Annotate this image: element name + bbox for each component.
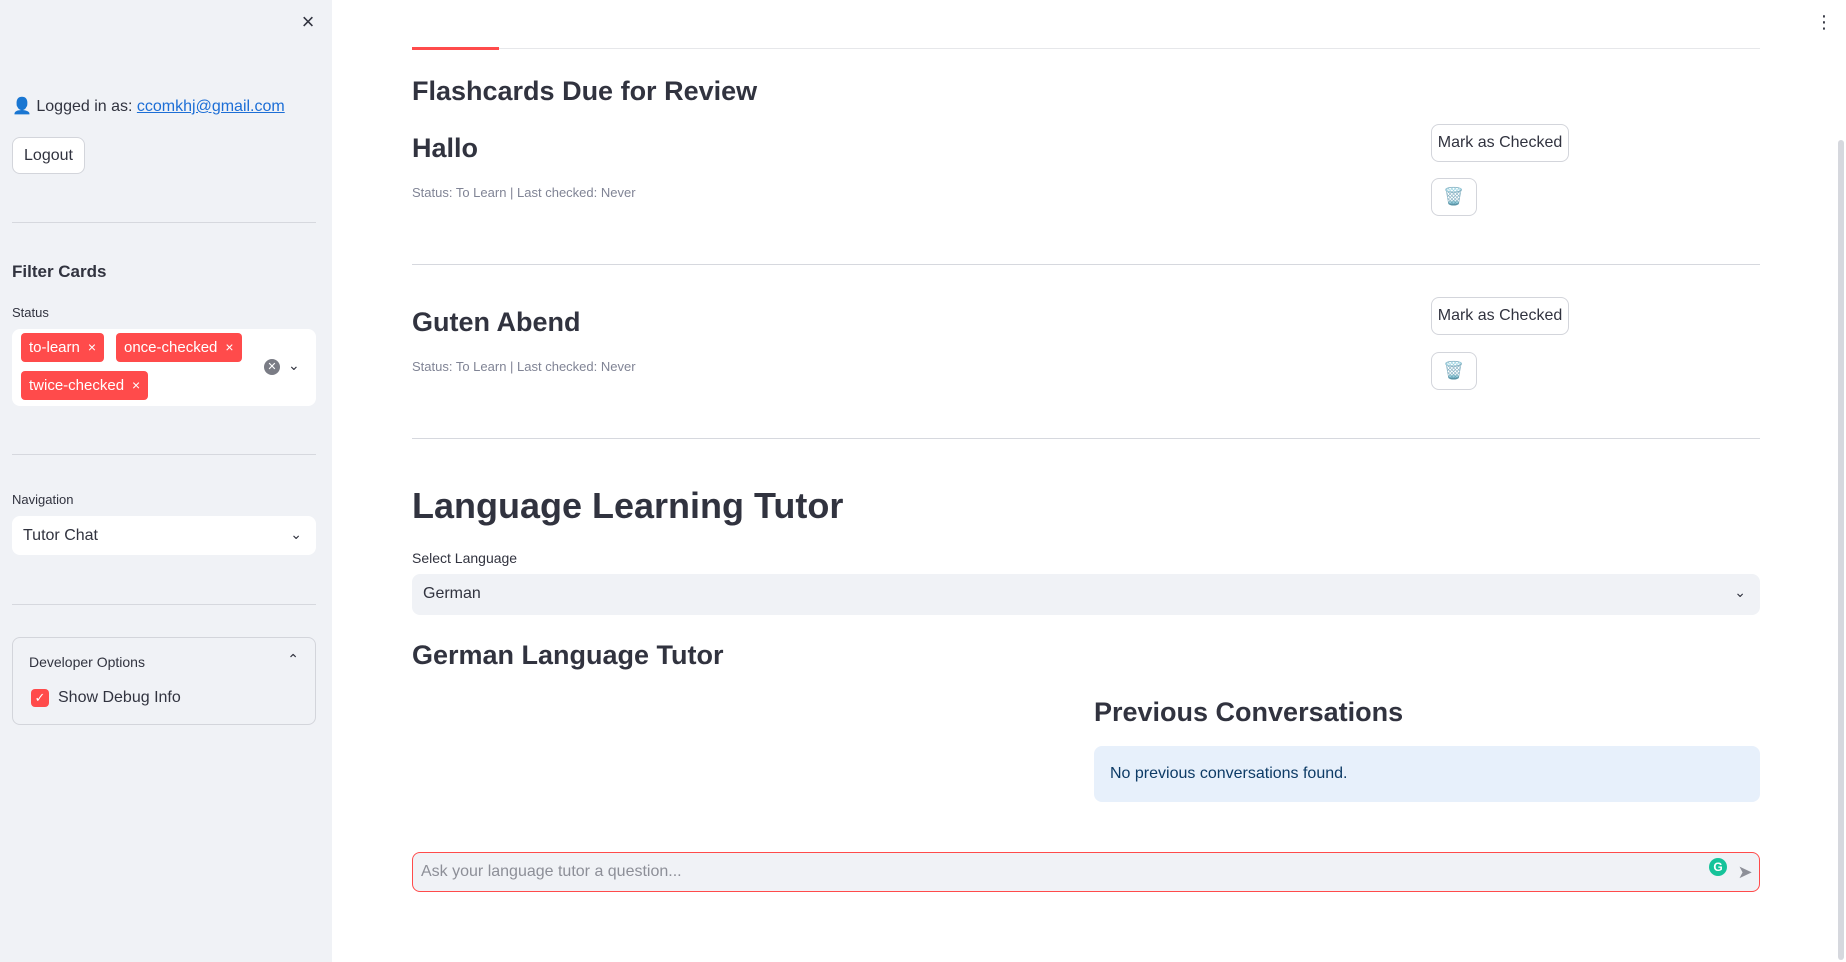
- close-sidebar-icon[interactable]: ×: [296, 10, 320, 34]
- chip-label: twice-checked: [29, 377, 125, 394]
- login-info: 👤 Logged in as: ccomkhj@gmail.com: [12, 96, 285, 116]
- chat-input[interactable]: [421, 853, 1651, 891]
- trash-icon: 🗑️: [1443, 361, 1465, 380]
- send-icon[interactable]: ➤: [1733, 860, 1757, 884]
- card-word: Hallo: [412, 133, 479, 163]
- chip-label: once-checked: [124, 339, 218, 356]
- show-debug-label[interactable]: Show Debug Info: [58, 689, 181, 707]
- chat-input-container[interactable]: G ➤: [412, 852, 1760, 892]
- status-chip-to-learn[interactable]: to-learn ×: [21, 333, 105, 362]
- expander-title: Developer Options: [29, 654, 145, 670]
- section-divider: [412, 438, 1760, 439]
- status-chip-once-checked[interactable]: once-checked ×: [116, 333, 242, 362]
- sidebar-divider: [12, 604, 316, 605]
- user-email-link[interactable]: ccomkhj@gmail.com: [137, 98, 285, 115]
- chip-remove-icon[interactable]: ×: [132, 377, 140, 393]
- chip-remove-icon[interactable]: ×: [88, 339, 96, 355]
- german-tutor-heading: German Language Tutor: [412, 640, 724, 670]
- no-conversations-info: No previous conversations found.: [1094, 746, 1760, 802]
- chevron-down-icon: ⌄: [1734, 584, 1746, 600]
- chip-remove-icon[interactable]: ×: [225, 339, 233, 355]
- navigation-select[interactable]: Tutor Chat ⌄: [12, 516, 316, 555]
- grammarly-icon[interactable]: G: [1709, 858, 1727, 876]
- flashcards-heading: Flashcards Due for Review: [412, 76, 758, 106]
- sidebar-divider: [12, 454, 316, 455]
- active-tab-indicator: [412, 47, 499, 50]
- navigation-label: Navigation: [12, 492, 74, 507]
- main-content: Flashcards Due for Review Hallo Status: …: [332, 0, 1846, 962]
- card-divider: [412, 264, 1760, 265]
- chip-label: to-learn: [29, 339, 80, 356]
- tutor-heading: Language Learning Tutor: [412, 485, 844, 526]
- mark-as-checked-button[interactable]: Mark as Checked: [1431, 297, 1569, 335]
- navigation-value: Tutor Chat: [23, 527, 98, 544]
- card-word: Guten Abend: [412, 307, 581, 337]
- trash-icon: 🗑️: [1443, 187, 1465, 206]
- show-debug-checkbox[interactable]: ✓: [31, 689, 49, 707]
- chevron-down-icon[interactable]: ⌄: [288, 357, 300, 374]
- login-prefix: 👤 Logged in as:: [12, 98, 137, 115]
- developer-options-expander[interactable]: Developer Options ⌃ ✓ Show Debug Info: [12, 637, 316, 725]
- status-multiselect[interactable]: to-learn × once-checked × twice-checked × ✕…: [12, 329, 316, 406]
- language-select[interactable]: German ⌄: [412, 574, 1760, 615]
- selected-language: German: [423, 585, 481, 602]
- status-chip-twice-checked[interactable]: twice-checked ×: [21, 371, 149, 400]
- chevron-up-icon[interactable]: ⌃: [287, 651, 299, 668]
- delete-card-button[interactable]: 🗑️: [1431, 352, 1477, 390]
- clear-all-icon[interactable]: ✕: [264, 359, 280, 375]
- tab-bar: [412, 48, 1760, 49]
- status-label: Status: [12, 305, 49, 320]
- filter-heading: Filter Cards: [12, 262, 107, 281]
- chevron-down-icon: ⌄: [290, 526, 302, 542]
- mark-as-checked-button[interactable]: Mark as Checked: [1431, 124, 1569, 162]
- select-language-label: Select Language: [412, 550, 518, 566]
- sidebar: × 👤 Logged in as: ccomkhj@gmail.com Logo…: [0, 0, 332, 962]
- card-status: Status: To Learn | Last checked: Never: [412, 185, 636, 200]
- delete-card-button[interactable]: 🗑️: [1431, 178, 1477, 216]
- scrollbar[interactable]: [1838, 140, 1844, 960]
- sidebar-divider: [12, 222, 316, 223]
- logout-button[interactable]: Logout: [12, 137, 85, 174]
- previous-conversations-heading: Previous Conversations: [1094, 697, 1404, 727]
- main-menu-icon[interactable]: ⋮: [1814, 10, 1834, 34]
- card-status: Status: To Learn | Last checked: Never: [412, 359, 636, 374]
